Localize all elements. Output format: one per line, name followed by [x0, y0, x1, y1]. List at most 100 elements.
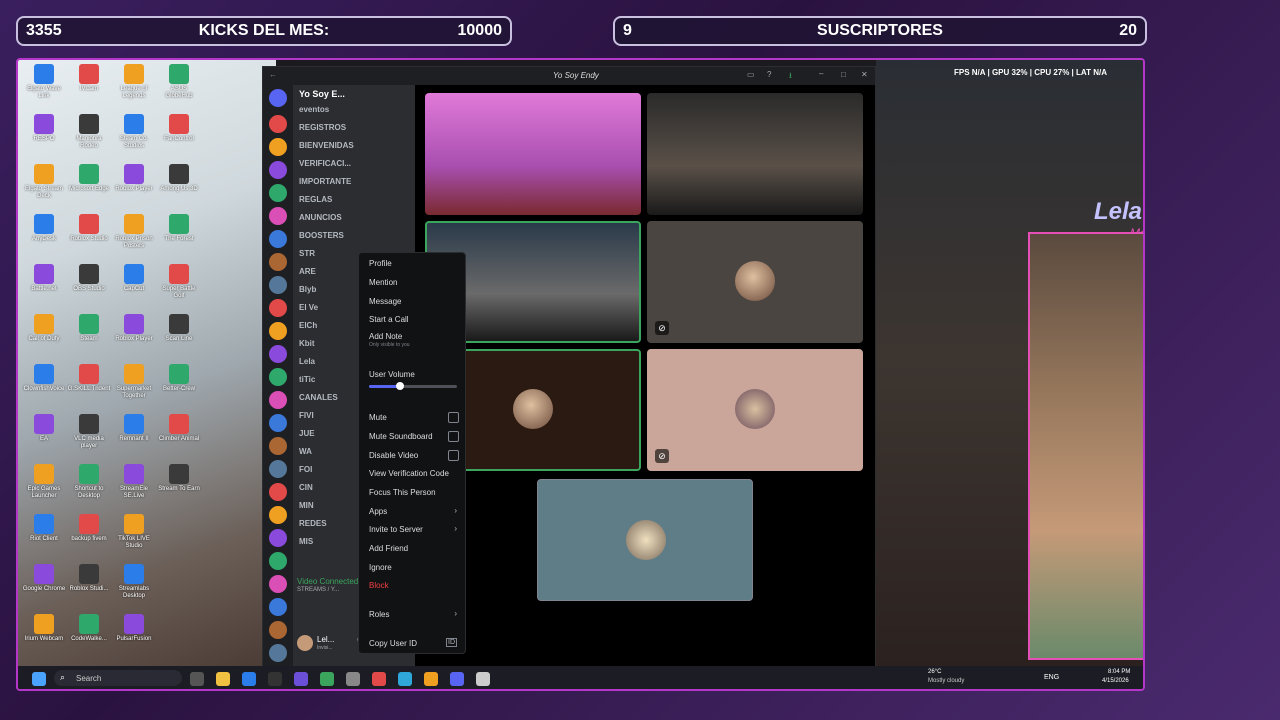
- server-icon[interactable]: [269, 575, 287, 593]
- channel-item[interactable]: Blyb: [299, 285, 316, 294]
- menu-start-call[interactable]: Start a Call: [369, 315, 409, 324]
- desktop-icon[interactable]: ClownfishVoice: [22, 364, 66, 393]
- server-icon[interactable]: [269, 621, 287, 639]
- disable-video-checkbox[interactable]: [448, 450, 459, 461]
- clock-time[interactable]: 8:04 PM: [1108, 669, 1130, 675]
- desktop-icon[interactable]: backup fivem: [67, 514, 111, 543]
- desktop-icon[interactable]: Epic Games Launcher: [22, 464, 66, 500]
- desktop-icon[interactable]: Google Chrome: [22, 564, 66, 593]
- menu-copy-user-id[interactable]: Copy User ID: [369, 639, 417, 648]
- desktop-icon[interactable]: Among Us 3D: [157, 164, 201, 193]
- desktop-icon[interactable]: ASUS GlobeHub: [157, 64, 201, 100]
- windows-start-icon[interactable]: [32, 672, 46, 686]
- server-icon[interactable]: [269, 506, 287, 524]
- channel-item[interactable]: FIVI: [299, 411, 314, 420]
- avatar[interactable]: [297, 635, 313, 651]
- channel-item[interactable]: BIENVENIDAS: [299, 141, 354, 150]
- inbox-icon[interactable]: ▭: [747, 70, 755, 79]
- download-icon[interactable]: ⭳: [789, 70, 792, 84]
- server-icon[interactable]: [269, 276, 287, 294]
- desktop-icon[interactable]: Battle.net: [22, 264, 66, 293]
- discord-window[interactable]: ← Yo Soy Endy ▭ ? ⭳ – □ ✕ Yo Soy E... Vi…: [262, 66, 876, 668]
- desktop-icon[interactable]: AnyDesk: [22, 214, 66, 243]
- close-icon[interactable]: ✕: [861, 70, 868, 79]
- desktop-icon[interactable]: Elgato Wave Link: [22, 64, 66, 100]
- server-icon[interactable]: [269, 368, 287, 386]
- desktop-icon[interactable]: Roblox Player: [112, 164, 156, 193]
- server-icon[interactable]: [269, 460, 287, 478]
- desktop-icon[interactable]: PulsarFusion: [112, 614, 156, 643]
- menu-message[interactable]: Message: [369, 297, 401, 306]
- menu-focus-person[interactable]: Focus This Person: [369, 488, 436, 497]
- menu-add-friend[interactable]: Add Friend: [369, 544, 408, 553]
- server-icon[interactable]: [269, 414, 287, 432]
- desktop-icon[interactable]: CodeWalke...: [67, 614, 111, 643]
- channel-item[interactable]: ElCh: [299, 321, 317, 330]
- mute-checkbox[interactable]: [448, 412, 459, 423]
- maximize-icon[interactable]: □: [841, 70, 846, 79]
- desktop-icon[interactable]: Super Battle Golf: [157, 264, 201, 300]
- clock-date[interactable]: 4/15/2026: [1102, 678, 1129, 684]
- channel-item[interactable]: Kbit: [299, 339, 315, 348]
- desktop-icon[interactable]: League of Legends: [112, 64, 156, 100]
- channel-item[interactable]: STR: [299, 249, 315, 258]
- desktop-icon[interactable]: Supermarket Together: [112, 364, 156, 400]
- channel-item[interactable]: FOI: [299, 465, 312, 474]
- server-icon[interactable]: [269, 184, 287, 202]
- channel-item[interactable]: MIS: [299, 537, 313, 546]
- server-icon[interactable]: [269, 391, 287, 409]
- desktop-icon[interactable]: OBS Studio: [67, 264, 111, 293]
- desktop-icon[interactable]: Steam: [67, 314, 111, 343]
- channel-item[interactable]: Lela: [299, 357, 315, 366]
- server-icon[interactable]: [269, 437, 287, 455]
- desktop-icon[interactable]: Roblox Player: [112, 314, 156, 343]
- desktop-icon[interactable]: Shortcut to Desktop: [67, 464, 111, 500]
- desktop-icon[interactable]: Maniobra Rodeo: [67, 114, 111, 150]
- desktop-icon[interactable]: EA: [22, 414, 66, 443]
- server-icon[interactable]: [269, 253, 287, 271]
- menu-invite-server[interactable]: Invite to Server: [369, 525, 423, 534]
- desktop-icon[interactable]: Call of Duty: [22, 314, 66, 343]
- menu-mention[interactable]: Mention: [369, 278, 397, 287]
- channel-item[interactable]: BOOSTERS: [299, 231, 344, 240]
- server-icon[interactable]: [269, 115, 287, 133]
- channel-item[interactable]: REGLAS: [299, 195, 332, 204]
- help-icon[interactable]: ?: [767, 70, 771, 79]
- server-icon[interactable]: [269, 598, 287, 616]
- desktop-icon[interactable]: Irium Webcam: [22, 614, 66, 643]
- desktop-icon[interactable]: Steam Co. Studios: [112, 114, 156, 150]
- server-icon[interactable]: [269, 138, 287, 156]
- desktop-icon[interactable]: CapCut: [112, 264, 156, 293]
- channel-item[interactable]: tiTic: [299, 375, 315, 384]
- menu-ignore[interactable]: Ignore: [369, 563, 392, 572]
- desktop-icon[interactable]: Roblox Studio: [67, 214, 111, 243]
- back-arrow-icon[interactable]: ←: [269, 70, 277, 79]
- volume-handle[interactable]: [395, 382, 404, 390]
- menu-mute[interactable]: Mute: [369, 413, 387, 422]
- discord-home-icon[interactable]: [269, 89, 287, 107]
- channel-item[interactable]: ANUNCIOS: [299, 213, 342, 222]
- video-tile-4[interactable]: ⊘: [647, 221, 863, 343]
- menu-block[interactable]: Block: [369, 581, 389, 590]
- desktop-icon[interactable]: Roblox Studi...: [67, 564, 111, 593]
- desktop-icon[interactable]: Better-Crew: [157, 364, 201, 393]
- server-icon[interactable]: [269, 230, 287, 248]
- taskbar-app-icon[interactable]: [424, 672, 438, 686]
- menu-add-note[interactable]: Add Note: [369, 332, 402, 341]
- video-tile-6[interactable]: ⊘: [647, 349, 863, 471]
- desktop-icon[interactable]: G.SKILL Trident: [67, 364, 111, 393]
- channel-item[interactable]: JUE: [299, 429, 315, 438]
- taskbar-app-icon[interactable]: [320, 672, 334, 686]
- desktop-icon[interactable]: StreamEle SE.Live: [112, 464, 156, 500]
- desktop-icon[interactable]: Microsoft Edge: [67, 164, 111, 193]
- desktop-icon[interactable]: Stream To Earn: [157, 464, 201, 493]
- search-box[interactable]: ⌕ Search: [54, 670, 182, 686]
- channel-item[interactable]: VERIFICACI...: [299, 159, 351, 168]
- desktop-icon[interactable]: VLC media player: [67, 414, 111, 450]
- taskbar-app-icon[interactable]: [216, 672, 230, 686]
- desktop-icon[interactable]: The Forest: [157, 214, 201, 243]
- channel-item[interactable]: ARE: [299, 267, 316, 276]
- desktop-icon[interactable]: Remnant II: [112, 414, 156, 443]
- channel-item[interactable]: WA: [299, 447, 312, 456]
- channel-item[interactable]: IMPORTANTE: [299, 177, 351, 186]
